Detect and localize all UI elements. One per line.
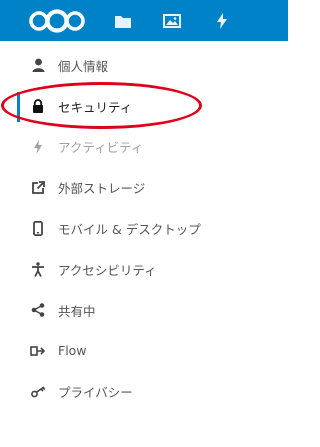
sidebar-item-label: アクセシビリティ xyxy=(58,262,157,278)
sidebar-item-activity[interactable]: アクティビティ xyxy=(0,127,288,168)
annotation-ellipse xyxy=(1,82,202,129)
sidebar-item-privacy[interactable]: プライバシー xyxy=(0,371,288,412)
gallery-icon[interactable] xyxy=(157,0,187,41)
sidebar-item-label: 共有中 xyxy=(58,303,96,319)
activity-icon[interactable] xyxy=(207,0,237,41)
lightning-icon xyxy=(30,139,46,155)
sidebar-item-sharing[interactable]: 共有中 xyxy=(0,290,288,331)
sidebar-item-label: 外部ストレージ xyxy=(58,181,146,197)
nextcloud-logo-icon[interactable] xyxy=(26,0,88,41)
key-icon xyxy=(30,384,46,400)
sidebar-item-accessibility[interactable]: アクセシビリティ xyxy=(0,249,288,290)
person-icon xyxy=(30,57,46,73)
external-link-icon xyxy=(30,180,46,196)
sidebar-item-label: モバイル & デスクトップ xyxy=(58,222,201,238)
accessibility-icon xyxy=(30,261,46,277)
sidebar-item-mobile-desktop[interactable]: モバイル & デスクトップ xyxy=(0,208,288,249)
files-icon[interactable] xyxy=(108,0,138,41)
sidebar-item-label: 個人情報 xyxy=(58,58,109,74)
sidebar-item-label: アクティビティ xyxy=(58,140,144,156)
sidebar-item-flow[interactable]: Flow xyxy=(0,331,288,372)
sidebar-item-personal-info[interactable]: 個人情報 xyxy=(0,45,288,86)
sidebar-item-label: プライバシー xyxy=(58,385,133,401)
phone-icon xyxy=(30,221,46,237)
sidebar-item-label: Flow xyxy=(58,343,87,359)
flow-icon xyxy=(30,343,46,359)
share-icon xyxy=(30,302,46,318)
sidebar-item-external-storage[interactable]: 外部ストレージ xyxy=(0,167,288,208)
top-header xyxy=(0,0,288,41)
